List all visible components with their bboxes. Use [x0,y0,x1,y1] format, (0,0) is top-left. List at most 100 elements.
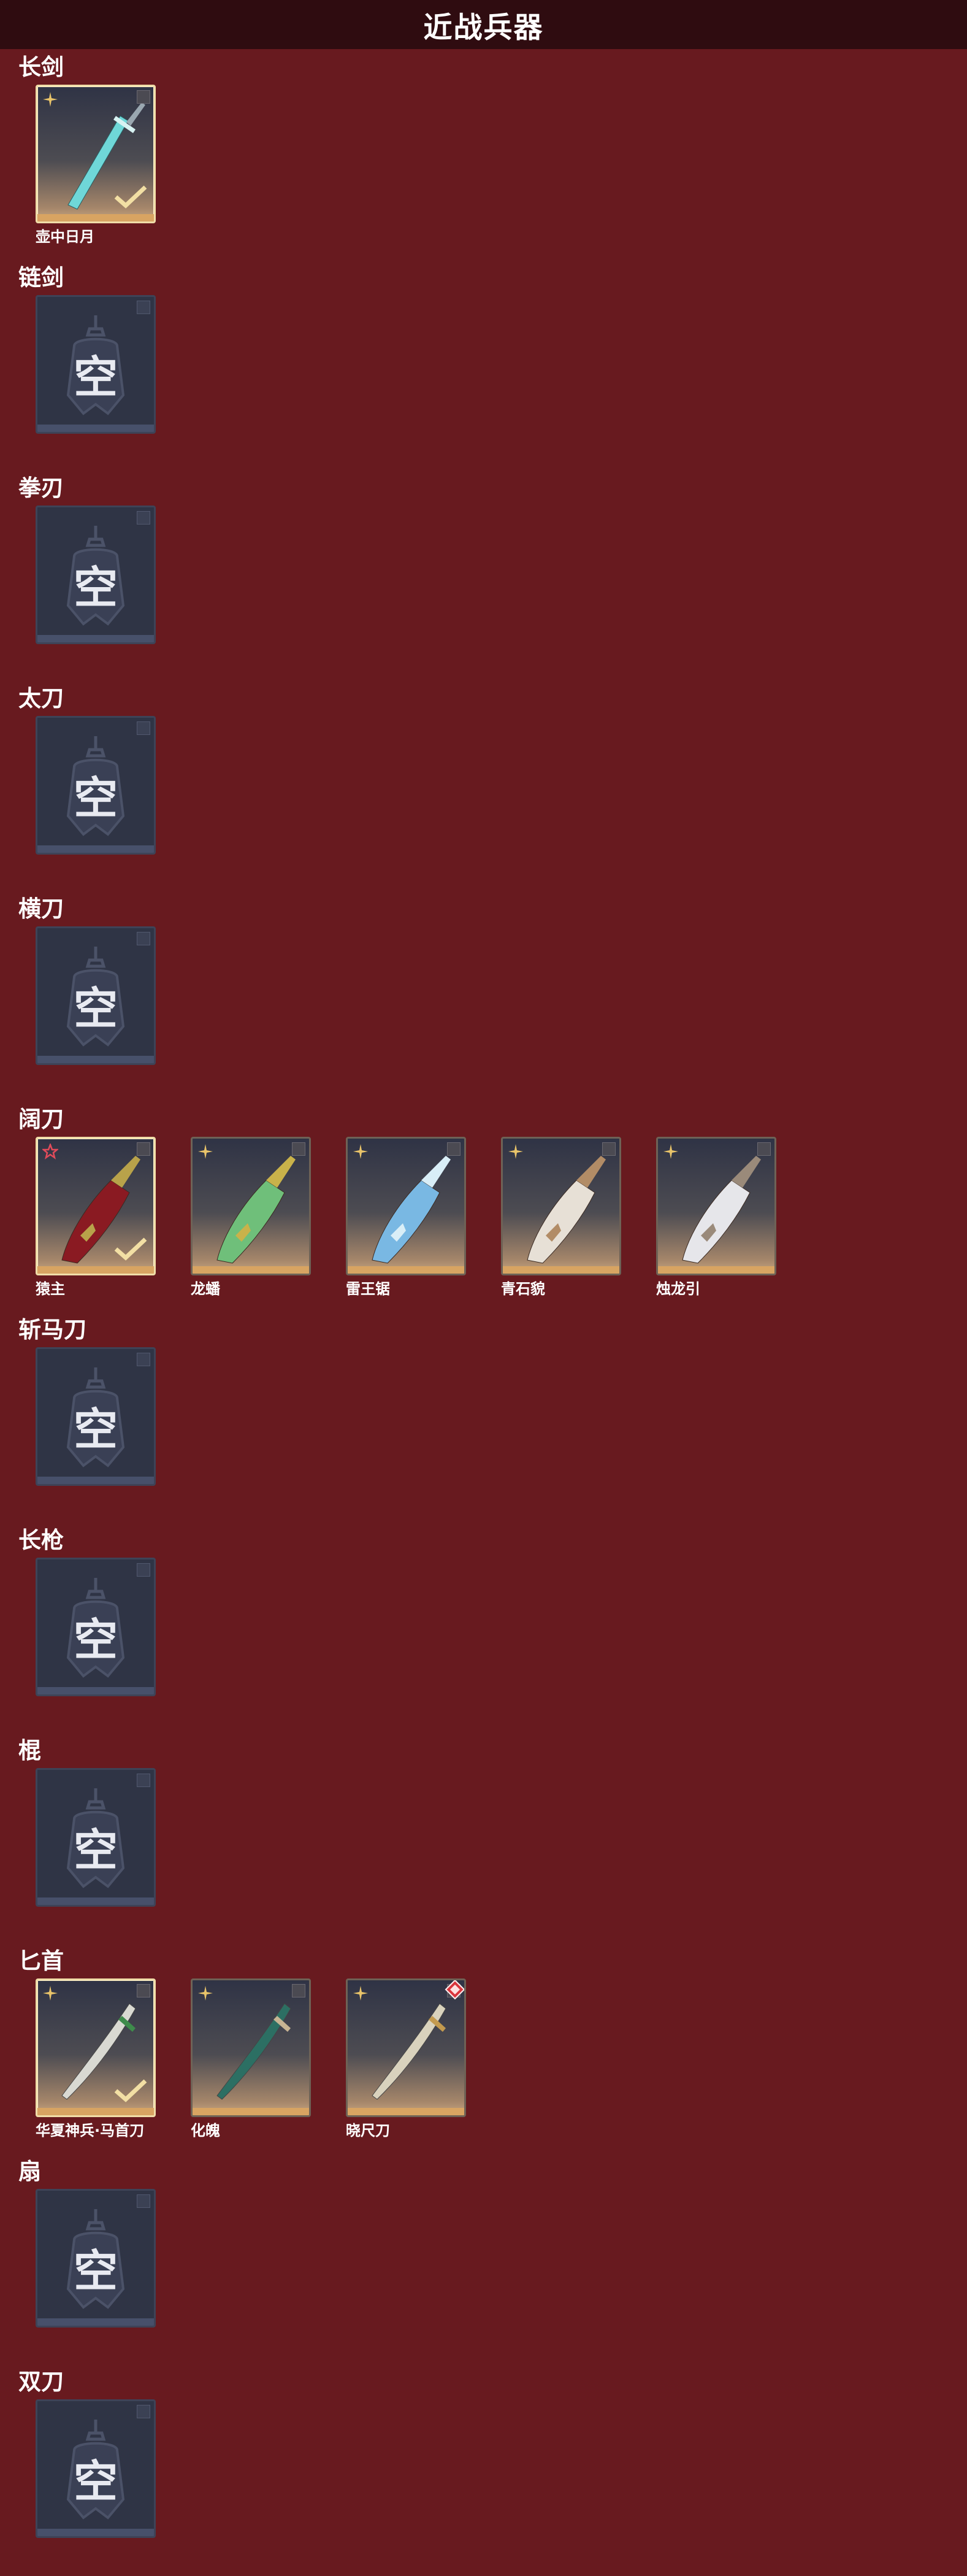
empty-weapon-slot[interactable]: 空 [36,1347,156,1486]
corner-tab-icon [137,1353,150,1366]
empty-weapon-slot[interactable]: 空 [36,1558,156,1696]
category-title: 横刀 [18,896,64,922]
corner-tab-icon [292,1142,305,1156]
category-title: 链剑 [18,264,64,291]
weapon-card[interactable] [656,1137,776,1275]
weapon-card[interactable] [501,1137,621,1275]
category-title: 长剑 [18,54,64,80]
gold-star-grade-icon [663,1144,678,1159]
weapon-name: 化魄 [191,2122,220,2139]
empty-slot-label: 空 [73,352,118,403]
weapon-slot[interactable]: 烛龙引 [656,1137,776,1298]
empty-slot-label: 空 [73,2456,118,2507]
checkmark-icon [114,185,147,209]
empty-weapon-slot[interactable]: 空 [36,2189,156,2328]
empty-weapon-slot[interactable]: 空 [36,295,156,434]
empty-slot-card[interactable]: 空 [36,716,156,855]
category-title: 长枪 [18,1527,64,1553]
empty-weapon-slot[interactable]: 空 [36,926,156,1065]
weapon-card[interactable] [191,1978,311,2117]
card-bottom-bar [37,2318,154,2326]
corner-tab-icon [137,2194,150,2208]
dagger-hook-weapon-image [216,2003,291,2100]
gold-star-grade-icon [353,1144,368,1159]
corner-tab-icon [137,721,150,735]
corner-tab-icon [447,1142,461,1156]
corner-tab-icon [137,1984,150,1997]
category-title: 斩马刀 [18,1317,86,1343]
card-bottom-bar [37,1897,154,1905]
card-bottom-bar [193,2108,309,2115]
empty-slot-card[interactable]: 空 [36,1768,156,1907]
gold-star-grade-icon [43,1986,58,2001]
card-bottom-bar [658,1266,774,1274]
empty-weapon-slot[interactable]: 空 [36,716,156,855]
weapon-slot[interactable]: 雷王锯 [346,1137,466,1298]
empty-slot-card[interactable]: 空 [36,926,156,1065]
card-bottom-bar [37,1477,154,1484]
weapon-category: 匕首华夏神兵·马首刀 化魄 晓尺刀 [0,1948,967,2150]
weapon-card[interactable] [346,1978,466,2117]
weapon-category: 长枪空 [0,1527,967,1729]
gold-star-grade-icon [198,1986,213,2001]
checkmark-icon [114,2079,147,2102]
broadblade-green-weapon-image [216,1156,296,1264]
empty-slot-label: 空 [73,772,118,824]
empty-slot-label: 空 [73,562,118,613]
weapon-category: 双刀空 [0,2369,967,2571]
corner-tab-icon [137,2405,150,2418]
red-diamond-icon [445,1980,464,2000]
dagger-gold-weapon-image [372,2003,446,2100]
broadblade-white-weapon-image [527,1156,606,1264]
weapon-card[interactable] [36,85,156,223]
weapon-slot[interactable]: 壶中日月 [36,85,156,245]
empty-slot-card[interactable]: 空 [36,2399,156,2538]
empty-weapon-slot[interactable]: 空 [36,1768,156,1907]
weapon-category: 扇空 [0,2158,967,2361]
card-bottom-bar [37,214,154,221]
weapon-slot[interactable]: 晓尺刀 [346,1978,466,2139]
weapon-card[interactable] [346,1137,466,1275]
empty-slot-label: 空 [73,1614,118,1666]
weapon-category: 斩马刀空 [0,1317,967,1519]
card-bottom-bar [37,2108,154,2115]
empty-weapon-slot[interactable]: 空 [36,2399,156,2538]
card-bottom-bar [503,1266,619,1274]
weapon-card[interactable] [191,1137,311,1275]
checkmark-icon [114,1237,147,1261]
empty-slot-card[interactable]: 空 [36,1347,156,1486]
corner-tab-icon [137,511,150,525]
empty-slot-card[interactable]: 空 [36,2189,156,2328]
weapon-category: 链剑空 [0,264,967,467]
weapon-category: 横刀空 [0,896,967,1098]
weapon-card[interactable] [36,1137,156,1275]
gold-star-grade-icon [198,1144,213,1159]
empty-weapon-slot[interactable]: 空 [36,506,156,644]
empty-slot-card[interactable]: 空 [36,295,156,434]
empty-slot-card[interactable]: 空 [36,506,156,644]
category-title: 阔刀 [18,1106,64,1132]
category-title: 双刀 [18,2369,64,2395]
gold-star-grade-icon [43,92,58,107]
weapon-slot[interactable]: 猿主 [36,1137,156,1298]
corner-tab-icon [602,1142,616,1156]
category-title: 太刀 [18,685,64,712]
weapon-name: 龙蟠 [191,1280,220,1298]
weapon-slot[interactable]: 龙蟠 [191,1137,311,1298]
card-bottom-bar [193,1266,309,1274]
corner-tab-icon [137,1563,150,1577]
category-title: 匕首 [18,1948,64,1974]
card-bottom-bar [37,845,154,853]
weapon-slot[interactable]: 华夏神兵·马首刀 [36,1978,156,2139]
weapon-card[interactable] [36,1978,156,2117]
weapon-category: 长剑壶中日月 [0,54,967,256]
empty-slot-label: 空 [73,2245,118,2297]
empty-slot-card[interactable]: 空 [36,1558,156,1696]
empty-slot-label: 空 [73,1404,118,1455]
weapon-slot[interactable]: 青石貌 [501,1137,621,1298]
weapon-slot[interactable]: 化魄 [191,1978,311,2139]
card-bottom-bar [37,425,154,432]
broadblade-silver-weapon-image [682,1156,761,1264]
corner-tab-icon [137,932,150,945]
weapon-name: 烛龙引 [656,1280,700,1298]
